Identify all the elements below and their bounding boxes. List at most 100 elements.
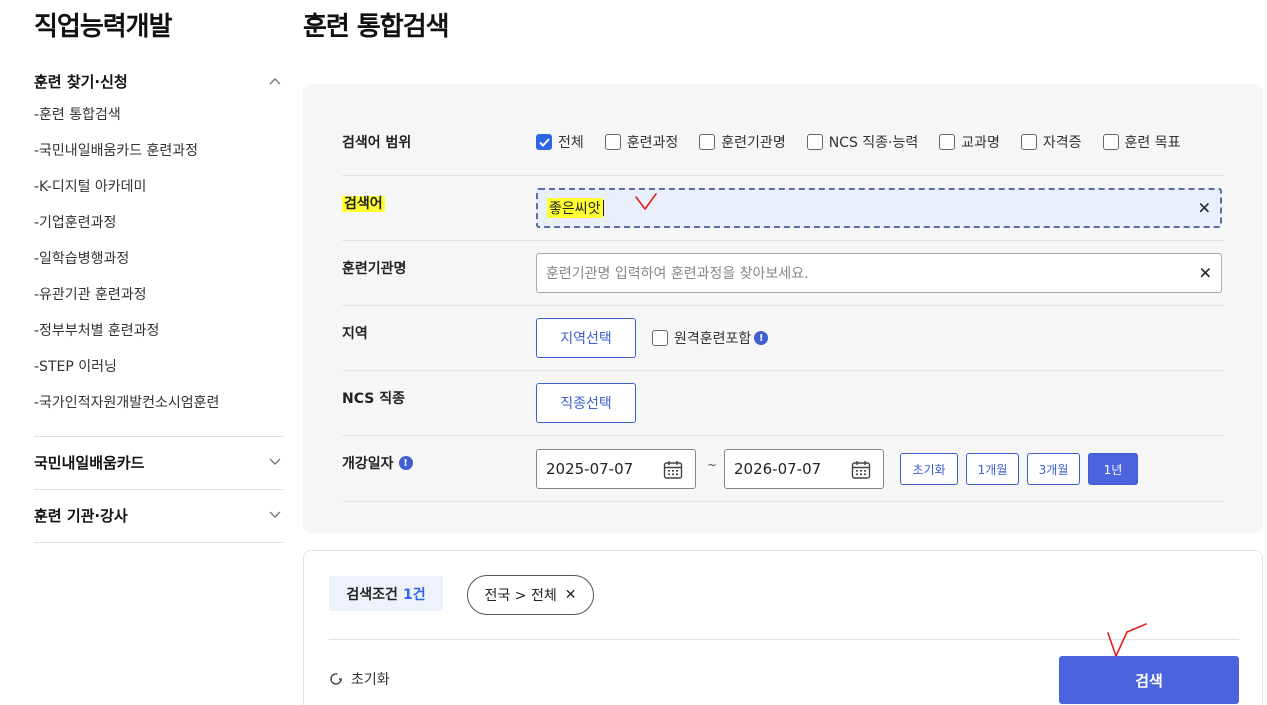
condition-chip-label: 전국 > 전체 — [484, 588, 557, 604]
search-conditions-text: 검색조건 — [346, 586, 398, 603]
checkbox[interactable] — [699, 134, 716, 150]
scope-option-all[interactable]: 전체 — [536, 132, 584, 152]
ncs-row: NCS 직종 직종선택 — [342, 371, 1224, 436]
checkbox[interactable] — [806, 134, 823, 150]
date-row: 개강일자 ! 2025-07-07 ~ 2026-07-07 초기화 1개월 3… — [342, 436, 1224, 502]
checkbox[interactable] — [652, 330, 668, 346]
sidebar-item-company-course[interactable]: -기업훈련과정 — [34, 212, 283, 248]
scope-option-label: 자격증 — [1042, 135, 1082, 151]
checkbox[interactable] — [939, 134, 956, 150]
sidebar-item-step[interactable]: -STEP 이러닝 — [34, 356, 283, 392]
close-icon[interactable]: ✕ — [1198, 199, 1211, 218]
scope-option-ncs[interactable]: NCS 직종·능력 — [806, 132, 919, 152]
sidebar-item-k-digital[interactable]: -K-디지털 아카데미 — [34, 176, 283, 212]
institution-row: 훈련기관명 훈련기관명 입력하여 훈련과정을 찾아보세요. ✕ — [342, 241, 1224, 306]
search-conditions-label: 검색조건 1건 — [329, 576, 443, 611]
sidebar-divider — [34, 542, 283, 543]
search-panel: 검색어 범위 전체 훈련과정 훈련기관명 NCS 직종·능력 교과명 자격증 훈… — [303, 84, 1263, 533]
chevron-up-icon — [267, 73, 283, 89]
scope-option-label: NCS 직종·능력 — [828, 135, 919, 151]
sidebar-group-header[interactable]: 국민내일배움카드 — [34, 451, 283, 473]
sidebar-group-header[interactable]: 훈련 찾기·신청 — [34, 70, 283, 92]
keyword-label: 검색어 — [342, 193, 385, 213]
keyword-row: 검색어 좋은씨앗 ✕ — [342, 176, 1224, 241]
sidebar-item-card-course[interactable]: -국민내일배움카드 훈련과정 — [34, 140, 283, 176]
sidebar-item-integrated-search[interactable]: -훈련 통합검색 — [34, 104, 283, 140]
date-separator: ~ — [707, 458, 718, 472]
end-date-value: 2026-07-07 — [734, 460, 822, 478]
checkbox[interactable] — [1102, 134, 1119, 150]
remote-training-label: 원격훈련포함 — [674, 331, 752, 347]
scope-option-label: 훈련기관명 — [721, 135, 786, 151]
page-title: 훈련 통합검색 — [303, 12, 450, 42]
scope-option-label: 훈련 목표 — [1124, 135, 1181, 151]
sidebar-item-related-org[interactable]: -유관기관 훈련과정 — [34, 284, 283, 320]
refresh-icon — [329, 672, 343, 686]
sidebar-group-find-training: 훈련 찾기·신청 -훈련 통합검색 -국민내일배움카드 훈련과정 -K-디지털 … — [34, 70, 283, 428]
scope-option-subject[interactable]: 교과명 — [939, 132, 1000, 152]
checkbox[interactable] — [604, 134, 621, 150]
reset-button[interactable]: 초기화 — [329, 669, 390, 689]
scope-option-course[interactable]: 훈련과정 — [604, 132, 679, 152]
calendar-icon[interactable] — [851, 460, 871, 484]
checkbox[interactable] — [1020, 134, 1037, 150]
sidebar-title: 직업능력개발 — [34, 12, 173, 42]
info-icon[interactable]: ! — [398, 456, 413, 470]
sidebar-divider — [34, 436, 283, 437]
sidebar-item-government[interactable]: -정부부처별 훈련과정 — [34, 320, 283, 356]
checkbox-checked[interactable] — [536, 134, 552, 150]
ncs-select-button[interactable]: 직종선택 — [536, 383, 636, 423]
date-reset-button[interactable]: 초기화 — [900, 453, 958, 485]
sidebar-group-header[interactable]: 훈련 기관·강사 — [34, 504, 283, 526]
date-3month-button[interactable]: 3개월 — [1027, 453, 1080, 485]
sidebar-group-label: 훈련 기관·강사 — [34, 506, 128, 525]
search-conditions-count: 1건 — [402, 586, 426, 603]
ncs-label: NCS 직종 — [342, 391, 405, 407]
remote-training-checkbox[interactable]: 원격훈련포함 ! — [652, 328, 769, 348]
search-scope-label: 검색어 범위 — [342, 135, 412, 151]
close-icon[interactable]: ✕ — [1199, 264, 1212, 283]
sidebar-group-label: 훈련 찾기·신청 — [34, 72, 128, 91]
keyword-input[interactable]: 좋은씨앗 ✕ — [536, 188, 1222, 228]
scope-option-label: 교과명 — [961, 135, 1000, 151]
start-date-value: 2025-07-07 — [546, 460, 634, 478]
region-select-button[interactable]: 지역선택 — [536, 318, 636, 358]
scope-option-institution[interactable]: 훈련기관명 — [699, 132, 786, 152]
sidebar-item-work-study[interactable]: -일학습병행과정 — [34, 248, 283, 284]
search-scope-options: 전체 훈련과정 훈련기관명 NCS 직종·능력 교과명 자격증 훈련 목표 — [536, 132, 1202, 152]
sidebar-group-institution: 훈련 기관·강사 — [34, 504, 283, 526]
sidebar-item-consortium[interactable]: -국가인적자원개발컨소시엄훈련 — [34, 392, 283, 428]
scope-option-goal[interactable]: 훈련 목표 — [1102, 132, 1181, 152]
divider — [329, 639, 1239, 640]
chevron-down-icon — [267, 507, 283, 523]
keyword-label-text: 검색어 — [342, 196, 385, 212]
close-icon[interactable]: ✕ — [565, 587, 577, 603]
region-row: 지역 지역선택 원격훈련포함 ! — [342, 306, 1224, 371]
sidebar-group-label: 국민내일배움카드 — [34, 453, 145, 472]
scope-option-label: 훈련과정 — [626, 135, 679, 151]
scope-option-label: 전체 — [558, 135, 584, 151]
institution-input[interactable]: 훈련기관명 입력하여 훈련과정을 찾아보세요. ✕ — [536, 253, 1222, 293]
end-date-input[interactable]: 2026-07-07 — [724, 449, 884, 489]
institution-placeholder: 훈련기관명 입력하여 훈련과정을 찾아보세요. — [546, 266, 809, 282]
date-1year-button[interactable]: 1년 — [1088, 453, 1138, 485]
date-1month-button[interactable]: 1개월 — [966, 453, 1019, 485]
condition-chip[interactable]: 전국 > 전체 ✕ — [467, 575, 594, 615]
calendar-icon[interactable] — [663, 460, 683, 484]
text-cursor — [602, 200, 604, 216]
chevron-down-icon — [267, 454, 283, 470]
region-label: 지역 — [342, 326, 368, 342]
keyword-value: 좋은씨앗 — [547, 198, 603, 218]
institution-label: 훈련기관명 — [342, 261, 407, 277]
date-label: 개강일자 — [342, 456, 394, 472]
start-date-input[interactable]: 2025-07-07 — [536, 449, 696, 489]
sidebar-divider — [34, 489, 283, 490]
search-button[interactable]: 검색 — [1059, 656, 1239, 704]
sidebar-group-card: 국민내일배움카드 — [34, 451, 283, 473]
search-conditions-panel: 검색조건 1건 전국 > 전체 ✕ 초기화 검색 — [303, 550, 1263, 705]
info-icon[interactable]: ! — [754, 331, 769, 345]
date-label-wrap: 개강일자 ! — [342, 453, 413, 473]
reset-label: 초기화 — [351, 672, 390, 688]
scope-option-certificate[interactable]: 자격증 — [1020, 132, 1082, 152]
search-scope-row: 검색어 범위 전체 훈련과정 훈련기관명 NCS 직종·능력 교과명 자격증 훈… — [342, 114, 1224, 176]
